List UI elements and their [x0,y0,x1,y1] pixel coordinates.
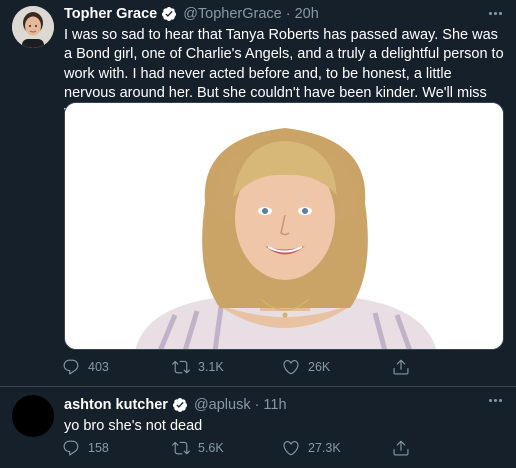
tweet[interactable]: Topher Grace @TopherGrace · 20h I was so… [0,0,516,386]
display-name[interactable]: Topher Grace [64,6,157,22]
reply-button[interactable]: 403 [62,358,172,376]
reply-icon [63,359,79,375]
share-button[interactable] [392,358,422,376]
more-icon[interactable] [489,399,502,402]
reply-icon [63,440,79,456]
retweet-count: 3.1K [198,360,224,374]
avatar[interactable] [12,6,54,48]
like-count: 27.3K [308,441,341,455]
timestamp[interactable]: 20h [295,6,319,22]
tweet-text: yo bro she's not dead [64,418,203,434]
timestamp[interactable]: 11h [263,397,286,413]
share-button[interactable] [392,439,422,457]
share-icon [393,440,409,456]
reply-count: 158 [88,441,109,455]
like-button[interactable]: 26K [282,358,392,376]
handle[interactable]: @aplusk [194,397,251,413]
display-name[interactable]: ashton kutcher [64,397,168,413]
reply-button[interactable]: 158 [62,439,172,457]
retweet-button[interactable]: 5.6K [172,439,282,457]
like-icon [283,441,299,456]
retweet-icon [172,360,190,374]
like-count: 26K [308,360,331,374]
reply-count: 403 [88,360,109,374]
separator: · [285,6,291,22]
share-icon [393,359,409,375]
avatar[interactable] [12,395,54,437]
retweet-icon [172,441,190,455]
tweet-header: Topher Grace @TopherGrace · 20h [64,6,319,22]
like-icon [283,360,299,375]
more-icon[interactable] [489,12,502,15]
tweet[interactable]: ashton kutcher @aplusk · 11h yo bro she'… [0,386,516,468]
retweet-count: 5.6K [198,441,224,455]
tweet-actions: 158 5.6K 27.3K [62,439,422,457]
tweet-actions: 403 3.1K 26K [62,358,422,376]
tweet-photo[interactable] [64,102,504,350]
handle[interactable]: @TopherGrace [183,6,282,22]
verified-icon [172,397,188,413]
like-button[interactable]: 27.3K [282,439,392,457]
separator: · [254,397,260,413]
tweet-header: ashton kutcher @aplusk · 11h [64,397,287,413]
verified-icon [161,6,177,22]
retweet-button[interactable]: 3.1K [172,358,282,376]
